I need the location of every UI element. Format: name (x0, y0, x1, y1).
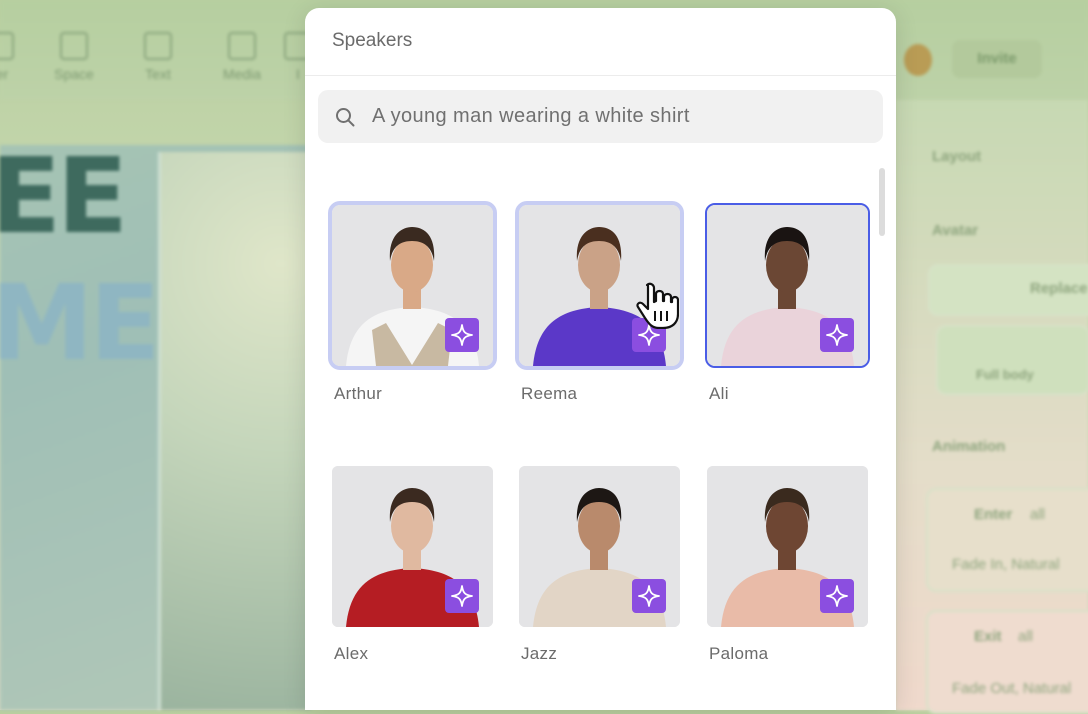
speaker-name: Jazz (521, 644, 558, 663)
toolbar-space: Space (44, 32, 104, 82)
speaker-card[interactable] (519, 466, 680, 627)
ai-avatar-badge (820, 579, 854, 613)
full-body-option: Full body (936, 325, 1088, 395)
sparkle-icon (826, 585, 848, 607)
panel-layout: Layout (932, 148, 982, 165)
speaker-name: Alex (334, 644, 369, 663)
speaker-name: Paloma (709, 644, 769, 663)
scrollbar[interactable] (879, 168, 885, 236)
search-icon (336, 108, 355, 127)
search-value: A young man wearing a white shirt (372, 105, 690, 127)
toolbar-item: ter (0, 32, 30, 82)
ai-avatar-badge (445, 318, 479, 352)
panel-avatar: Avatar (932, 222, 979, 239)
speaker-card[interactable] (328, 201, 497, 370)
modal-header: Speakers (305, 8, 896, 76)
speaker-name: Ali (709, 384, 729, 403)
canvas-video (158, 152, 311, 710)
speakers-modal: Speakers A young man wearing a white shi… (305, 8, 896, 710)
ai-avatar-badge (632, 579, 666, 613)
sparkle-icon (451, 585, 473, 607)
canvas-heading-line1: EE (0, 135, 128, 257)
ai-avatar-badge (820, 318, 854, 352)
hand-cursor-icon (636, 282, 679, 329)
speaker-name: Arthur (334, 384, 383, 403)
canvas-heading-line2: ME (0, 262, 161, 384)
sparkle-icon (638, 585, 660, 607)
replace-button: Replace (928, 264, 1088, 316)
toolbar-media: Media (212, 32, 272, 82)
properties-panel: Layout Avatar Replace Full body Animatio… (896, 100, 1088, 714)
toolbar-text: Text (128, 32, 188, 82)
invite-button: Invite (952, 40, 1042, 78)
enter-animation: Enter all Fade In, Natural (926, 488, 1088, 592)
sparkle-icon (826, 324, 848, 346)
ai-avatar-badge (445, 579, 479, 613)
speaker-card[interactable] (707, 466, 868, 627)
sparkle-icon (451, 324, 473, 346)
modal-title: Speakers (332, 30, 413, 51)
search-input[interactable]: A young man wearing a white shirt (318, 90, 883, 143)
speaker-card[interactable] (332, 466, 493, 627)
panel-animation: Animation (932, 438, 1006, 455)
exit-animation: Exit all Fade Out, Natural (926, 610, 1088, 714)
speaker-card[interactable] (705, 203, 870, 368)
user-avatar (904, 44, 932, 76)
speaker-name: Reema (521, 384, 578, 403)
